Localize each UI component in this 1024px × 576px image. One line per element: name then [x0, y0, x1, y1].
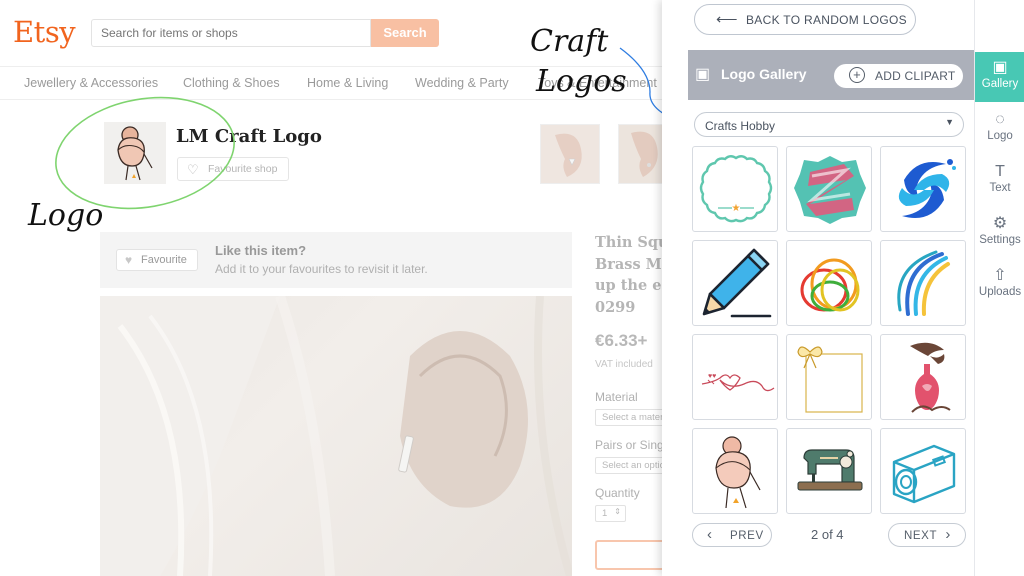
logo-tile[interactable]	[880, 334, 966, 420]
nav-text-label: Text	[989, 182, 1011, 194]
text-icon: T	[995, 163, 1005, 180]
logo-tile[interactable]	[880, 240, 966, 326]
pencil-icon	[702, 248, 772, 318]
blue-swirl-icon	[898, 159, 956, 218]
logo-tile[interactable]	[786, 146, 872, 232]
plus-icon: +	[849, 67, 865, 83]
drop-icon: ◌	[995, 111, 1005, 128]
screen: Etsy Search Jewellery & Accessories Clot…	[0, 0, 1024, 576]
gallery-icon: ▣	[992, 59, 1008, 76]
logo-tile[interactable]	[786, 428, 872, 514]
side-nav: ▣ Gallery ◌ Logo T Text ⚙ Settings ⇧ Upl…	[974, 0, 1024, 576]
next-label: NEXT	[904, 530, 938, 542]
sewing-machine-icon	[797, 449, 863, 491]
bow-frame-icon	[797, 346, 863, 413]
logo-grid: ★ ♥♥	[692, 146, 966, 514]
annotation-logo: Logo	[28, 198, 104, 233]
nav-uploads-label: Uploads	[978, 286, 1022, 298]
add-clipart-label: ADD CLIPART	[875, 69, 956, 83]
category-select[interactable]: Crafts Hobby ▼	[694, 112, 964, 137]
annotation-craft: Craft	[530, 24, 609, 59]
heart-script-icon: ♥♥	[701, 373, 775, 392]
logo-tile[interactable]	[786, 240, 872, 326]
nav-uploads[interactable]: ⇧ Uploads	[975, 260, 1024, 310]
chevron-right-icon: ›	[945, 526, 951, 543]
next-button[interactable]: NEXT ›	[888, 523, 966, 547]
caret-down-icon: ▼	[945, 117, 954, 127]
bun-girl-icon	[715, 436, 761, 509]
camera-icon	[892, 444, 956, 504]
category-value: Crafts Hobby	[705, 119, 776, 133]
rainbow-rings-icon	[800, 258, 860, 312]
back-button-label: BACK TO RANDOM LOGOS	[746, 13, 907, 27]
logo-editor-panel: ⟵ BACK TO RANDOM LOGOS ↶ ▣ Logo Gallery …	[662, 0, 1024, 576]
logo-tile[interactable]: ♥♥	[692, 334, 778, 420]
nav-settings-label: Settings	[979, 234, 1021, 246]
prev-button[interactable]: ‹ PREV	[692, 523, 772, 547]
prev-label: PREV	[730, 530, 764, 542]
add-clipart-button[interactable]: + ADD CLIPART	[834, 64, 963, 88]
gallery-header: ▣ Logo Gallery + ADD CLIPART	[688, 50, 974, 100]
annotation-logos: Logos	[536, 64, 627, 99]
nav-gallery-label: Gallery	[981, 78, 1019, 90]
logo-tile[interactable]: ★	[692, 146, 778, 232]
nav-text[interactable]: T Text	[975, 156, 1024, 206]
color-arc-icon	[897, 250, 950, 316]
teal-z-badge-icon	[794, 156, 866, 224]
logo-tile[interactable]	[880, 146, 966, 232]
gallery-title: Logo Gallery	[721, 66, 807, 82]
arrow-left-icon: ⟵	[716, 11, 738, 28]
logo-tile[interactable]	[786, 334, 872, 420]
logo-tile[interactable]	[880, 428, 966, 514]
nav-settings[interactable]: ⚙ Settings	[975, 208, 1024, 258]
scalloped-badge-icon: ★	[699, 155, 773, 223]
perfume-bottle-icon	[910, 342, 951, 413]
nav-logo-label: Logo	[987, 130, 1013, 142]
logo-tile[interactable]	[692, 428, 778, 514]
nav-logo[interactable]: ◌ Logo	[975, 104, 1024, 154]
gallery-icon: ▣	[695, 66, 711, 83]
back-to-random-logos-button[interactable]: ⟵ BACK TO RANDOM LOGOS	[694, 4, 916, 35]
chevron-left-icon: ‹	[707, 526, 713, 543]
sliders-icon: ⚙	[992, 215, 1008, 232]
svg-text:★: ★	[732, 203, 741, 214]
page-indicator: 2 of 4	[811, 527, 844, 542]
nav-gallery[interactable]: ▣ Gallery	[975, 52, 1024, 102]
upload-icon: ⇧	[993, 267, 1007, 284]
svg-text:♥♥: ♥♥	[708, 373, 716, 380]
logo-tile[interactable]	[692, 240, 778, 326]
